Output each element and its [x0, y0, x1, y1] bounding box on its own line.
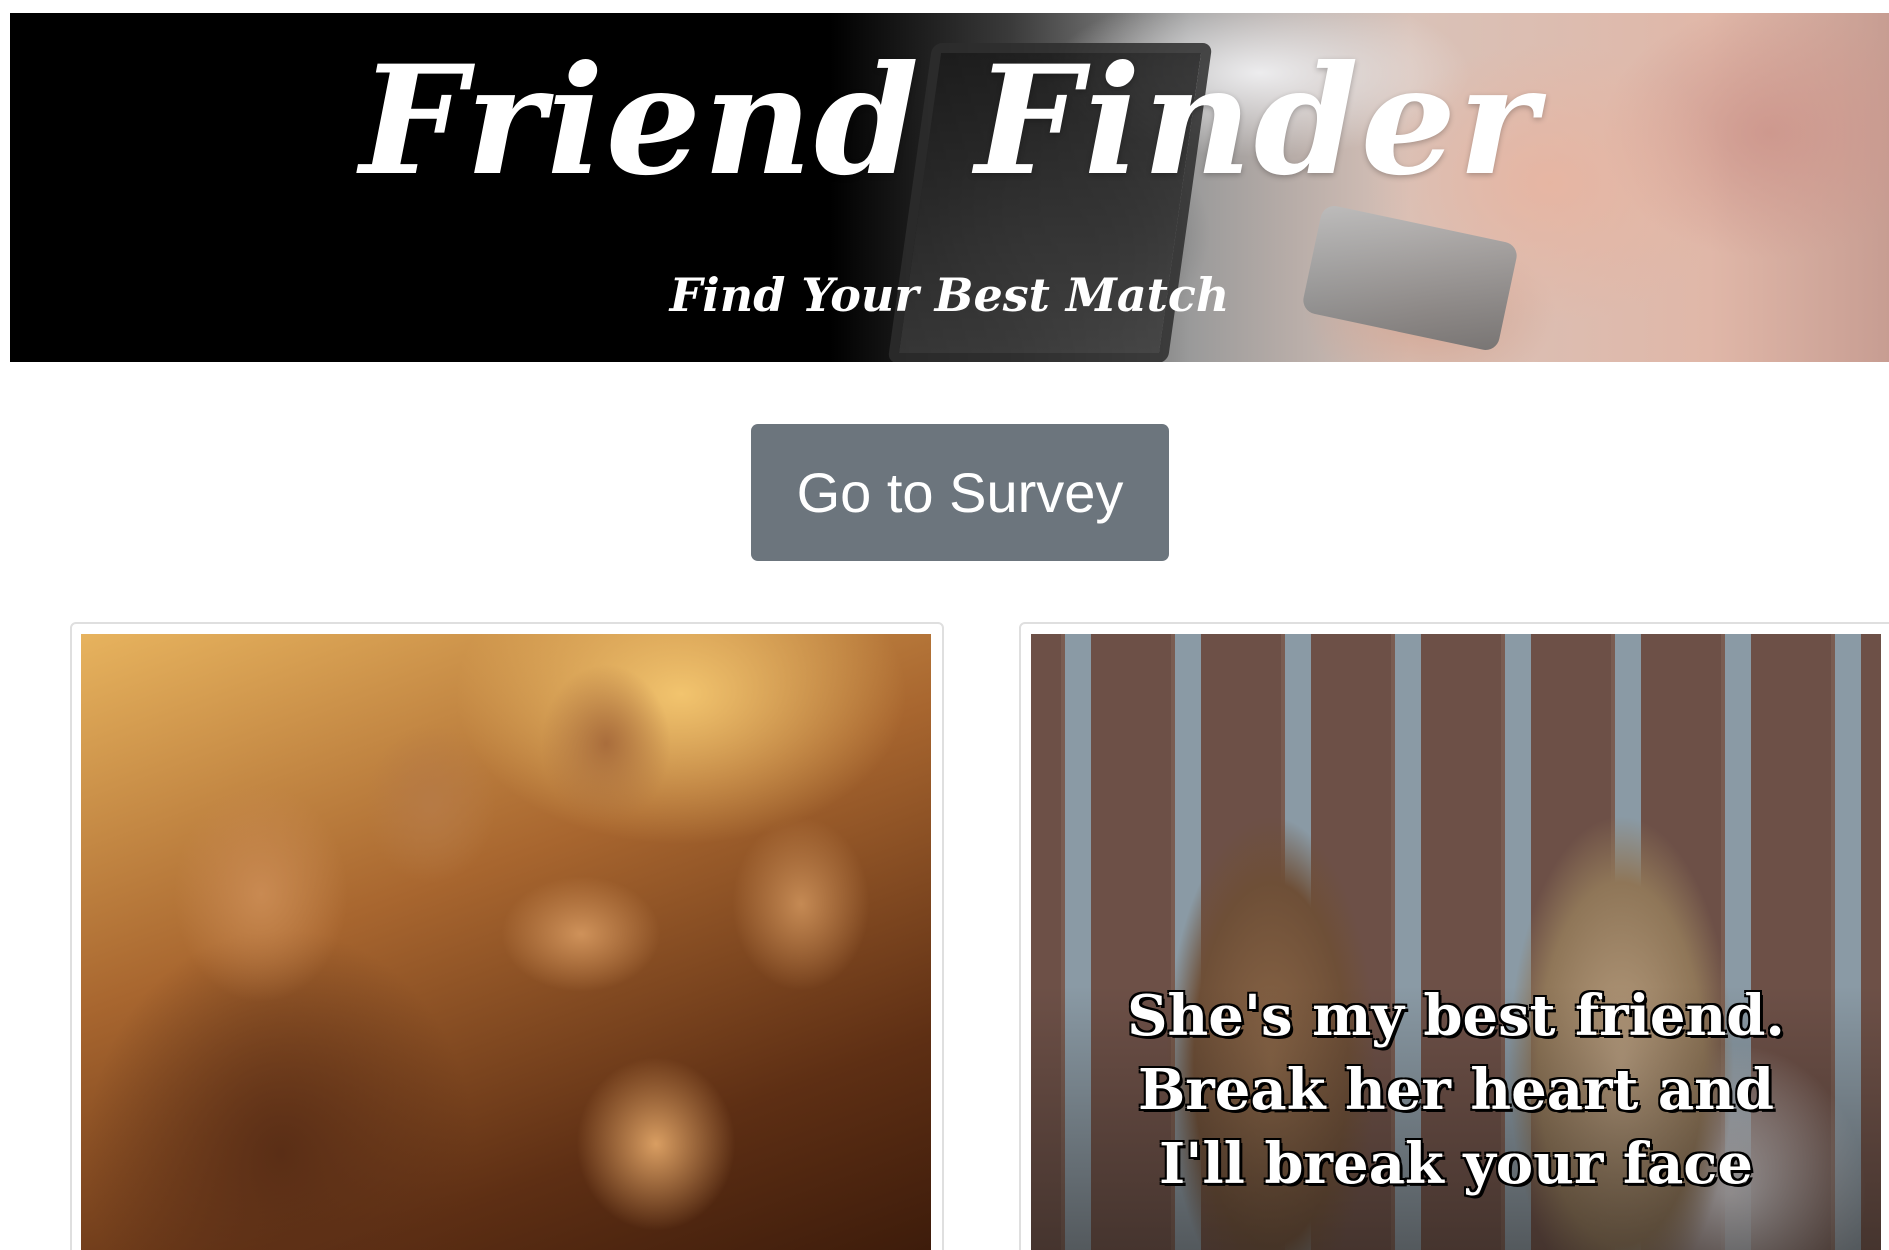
page: Friend Finder Find Your Best Match Go to…: [0, 0, 1889, 1250]
site-subtitle: Find Your Best Match: [669, 268, 1230, 322]
site-title: Friend Finder: [359, 33, 1540, 209]
hero-banner: Friend Finder Find Your Best Match: [10, 13, 1889, 362]
caption-line: Break her heart and: [1137, 1057, 1775, 1123]
caption-line: I'll break your face: [1159, 1131, 1753, 1197]
best-friends-image: She's my best friend. Break her heart an…: [1031, 634, 1881, 1250]
photo-card: She's my best friend. Break her heart an…: [1019, 622, 1889, 1250]
photo-card: [70, 622, 944, 1250]
group-selfie-image: [81, 634, 931, 1250]
caption-line: She's my best friend.: [1127, 983, 1785, 1049]
go-to-survey-button[interactable]: Go to Survey: [751, 424, 1169, 561]
image-caption: She's my best friend. Break her heart an…: [1031, 979, 1881, 1201]
